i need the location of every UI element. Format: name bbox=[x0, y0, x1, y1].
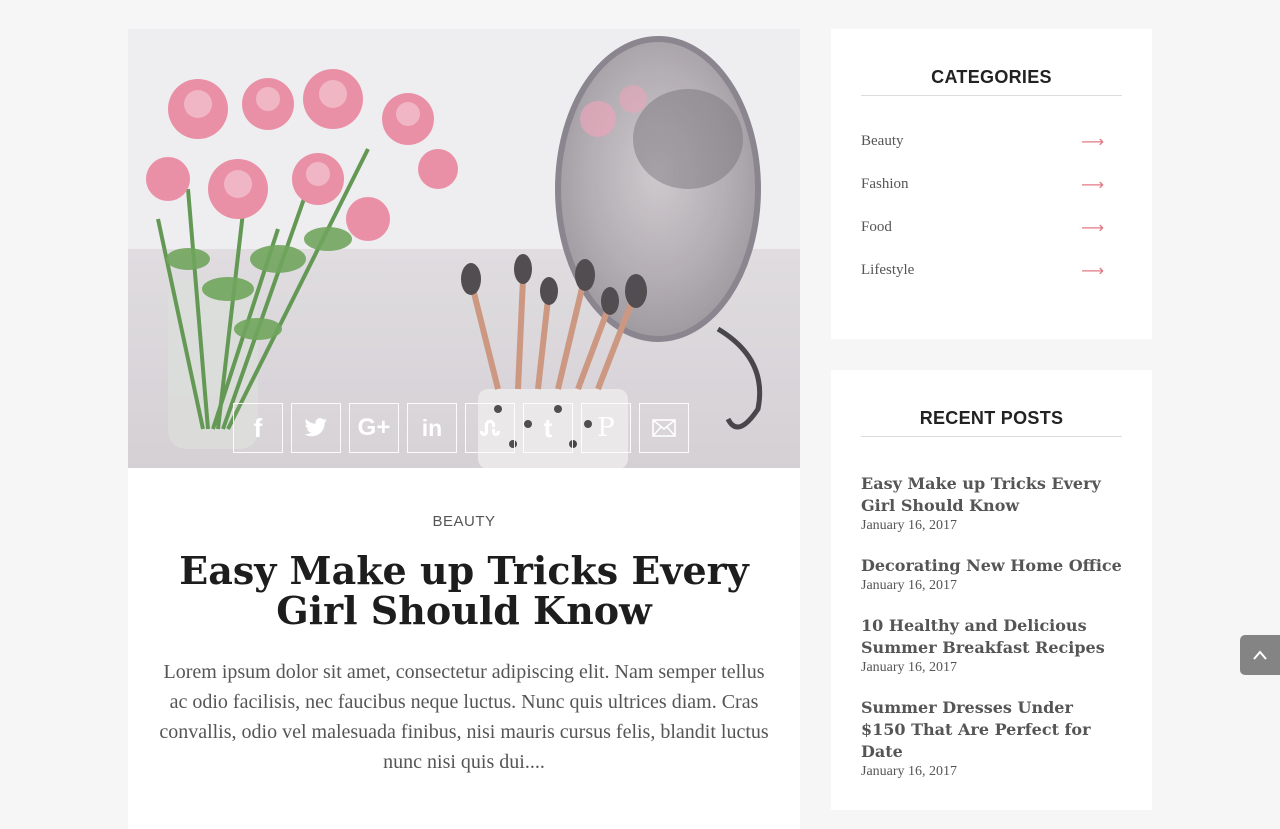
arrow-right-icon: ⟶ bbox=[1081, 175, 1104, 194]
categories-widget: CATEGORIES Beauty ⟶ Fashion ⟶ Food ⟶ Lif… bbox=[831, 29, 1152, 339]
share-pinterest-button[interactable]: P bbox=[581, 403, 631, 453]
tumblr-icon: t bbox=[543, 412, 553, 443]
share-buttons: f G+ in t P bbox=[233, 403, 689, 453]
recent-post-date: January 16, 2017 bbox=[861, 578, 958, 593]
post-featured-image[interactable]: f G+ in t P bbox=[128, 29, 800, 468]
google-plus-icon: G+ bbox=[357, 414, 391, 441]
arrow-right-icon: ⟶ bbox=[1081, 132, 1104, 151]
category-item-food[interactable]: Food ⟶ bbox=[861, 206, 1122, 249]
categories-title: CATEGORIES bbox=[861, 29, 1122, 96]
post-excerpt: Lorem ipsum dolor sit amet, consectetur … bbox=[159, 661, 769, 773]
recent-post-link[interactable]: Summer Dresses Under $150 That Are Perfe… bbox=[861, 697, 1122, 763]
recent-post-link[interactable]: 10 Healthy and Delicious Summer Breakfas… bbox=[861, 615, 1122, 659]
arrow-right-icon: ⟶ bbox=[1081, 261, 1104, 280]
share-tumblr-button[interactable]: t bbox=[523, 403, 573, 453]
arrow-right-icon: ⟶ bbox=[1081, 218, 1104, 237]
post-card: f G+ in t P BEAUTY Easy Make up Tricks E… bbox=[128, 29, 800, 829]
share-twitter-button[interactable] bbox=[291, 403, 341, 453]
share-stumbleupon-button[interactable] bbox=[465, 403, 515, 453]
list-item: Easy Make up Tricks Every Girl Should Kn… bbox=[861, 473, 1122, 534]
category-label: Fashion bbox=[861, 176, 909, 192]
pinterest-icon: P bbox=[597, 413, 615, 443]
recent-post-link[interactable]: Decorating New Home Office bbox=[861, 555, 1122, 577]
category-item-fashion[interactable]: Fashion ⟶ bbox=[861, 163, 1122, 206]
recent-post-link[interactable]: Easy Make up Tricks Every Girl Should Kn… bbox=[861, 473, 1122, 517]
category-item-lifestyle[interactable]: Lifestyle ⟶ bbox=[861, 249, 1122, 292]
post-category[interactable]: BEAUTY bbox=[128, 513, 800, 530]
stumbleupon-icon bbox=[480, 419, 500, 436]
facebook-icon: f bbox=[253, 412, 263, 443]
recent-posts-widget: RECENT POSTS Easy Make up Tricks Every G… bbox=[831, 370, 1152, 810]
recent-post-date: January 16, 2017 bbox=[861, 660, 958, 675]
recent-posts-title: RECENT POSTS bbox=[861, 370, 1122, 437]
post-title[interactable]: Easy Make up Tricks Every Girl Should Kn… bbox=[158, 551, 770, 631]
back-to-top-button[interactable] bbox=[1240, 635, 1280, 675]
share-google-plus-button[interactable]: G+ bbox=[349, 403, 399, 453]
category-label: Food bbox=[861, 219, 892, 235]
category-item-beauty[interactable]: Beauty ⟶ bbox=[861, 120, 1122, 163]
list-item: Decorating New Home Office January 16, 2… bbox=[861, 555, 1122, 594]
linkedin-icon: in bbox=[421, 414, 443, 441]
recent-post-date: January 16, 2017 bbox=[861, 764, 958, 779]
share-facebook-button[interactable]: f bbox=[233, 403, 283, 453]
recent-posts-list: Easy Make up Tricks Every Girl Should Kn… bbox=[831, 473, 1152, 780]
list-item: Summer Dresses Under $150 That Are Perfe… bbox=[861, 697, 1122, 780]
share-linkedin-button[interactable]: in bbox=[407, 403, 457, 453]
email-icon bbox=[652, 419, 676, 437]
category-label: Beauty bbox=[861, 133, 904, 149]
category-label: Lifestyle bbox=[861, 262, 915, 278]
chevron-up-icon bbox=[1253, 650, 1267, 660]
share-email-button[interactable] bbox=[639, 403, 689, 453]
list-item: 10 Healthy and Delicious Summer Breakfas… bbox=[861, 615, 1122, 676]
twitter-icon bbox=[304, 418, 327, 437]
categories-list: Beauty ⟶ Fashion ⟶ Food ⟶ Lifestyle ⟶ bbox=[831, 120, 1152, 292]
recent-post-date: January 16, 2017 bbox=[861, 518, 958, 533]
